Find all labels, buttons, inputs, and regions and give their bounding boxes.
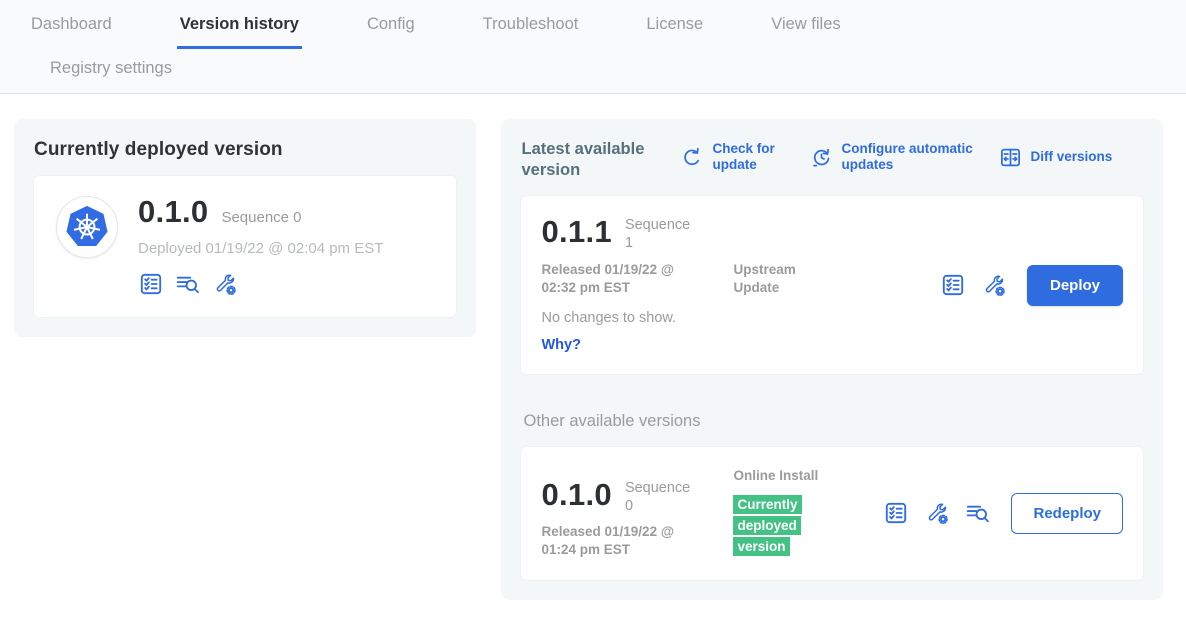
edit-config-icon[interactable] bbox=[212, 271, 238, 297]
kubernetes-logo bbox=[56, 196, 118, 258]
latest-released-timestamp: Released 01/19/22 @ 02:32 pm EST bbox=[541, 261, 703, 297]
other-versions-title: Other available versions bbox=[523, 412, 1143, 431]
auto-update-icon bbox=[810, 146, 833, 169]
current-version-number: 0.1.0 bbox=[138, 196, 208, 227]
tab-version-history[interactable]: Version history bbox=[177, 13, 302, 49]
diff-versions-link[interactable]: Diff versions bbox=[999, 146, 1112, 169]
tab-view-files[interactable]: View files bbox=[768, 13, 843, 49]
why-link[interactable]: Why? bbox=[541, 337, 580, 353]
edit-config-icon[interactable] bbox=[924, 500, 950, 526]
other-version-card: 0.1.0 Sequence 0 Released 01/19/22 @ 01:… bbox=[521, 447, 1143, 580]
latest-no-changes-text: No changes to show. bbox=[541, 310, 733, 326]
check-for-update-link[interactable]: Check for update bbox=[681, 141, 784, 173]
current-deployed-timestamp: Deployed 01/19/22 @ 02:04 pm EST bbox=[138, 240, 383, 257]
other-source-label: Online Install bbox=[733, 467, 823, 485]
latest-available-title: Latest available version bbox=[521, 139, 667, 180]
deploy-logs-icon[interactable] bbox=[175, 271, 201, 297]
current-sequence-label: Sequence 0 bbox=[221, 209, 301, 226]
configure-automatic-updates-link[interactable]: Configure automatic updates bbox=[810, 141, 973, 173]
available-versions-panel: Latest available version Check for updat… bbox=[501, 119, 1163, 600]
currently-deployed-card: 0.1.0 Sequence 0 Deployed 01/19/22 @ 02:… bbox=[34, 176, 456, 317]
deploy-button[interactable]: Deploy bbox=[1027, 265, 1123, 306]
preflight-checks-icon[interactable] bbox=[940, 272, 966, 298]
currently-deployed-panel: Currently deployed version bbox=[14, 119, 476, 337]
check-for-update-label: Check for update bbox=[712, 141, 784, 173]
preflight-checks-icon[interactable] bbox=[138, 271, 164, 297]
deploy-logs-icon[interactable] bbox=[965, 500, 991, 526]
tab-license[interactable]: License bbox=[643, 13, 706, 49]
configure-automatic-updates-label: Configure automatic updates bbox=[841, 141, 973, 173]
currently-deployed-title: Currently deployed version bbox=[34, 139, 456, 161]
currently-deployed-badge: Currently deployed version bbox=[733, 495, 801, 556]
preflight-checks-icon[interactable] bbox=[883, 500, 909, 526]
other-sequence-label: Sequence 0 bbox=[625, 479, 695, 515]
redeploy-button[interactable]: Redeploy bbox=[1011, 493, 1123, 534]
other-released-timestamp: Released 01/19/22 @ 01:24 pm EST bbox=[541, 523, 703, 559]
diff-versions-label: Diff versions bbox=[1030, 149, 1112, 165]
other-version-number: 0.1.0 bbox=[541, 479, 611, 510]
latest-version-number: 0.1.1 bbox=[541, 216, 611, 247]
tab-config[interactable]: Config bbox=[364, 13, 418, 49]
latest-source-label: Upstream Update bbox=[733, 261, 823, 297]
diff-icon bbox=[999, 146, 1022, 169]
tab-troubleshoot[interactable]: Troubleshoot bbox=[480, 13, 582, 49]
tab-dashboard[interactable]: Dashboard bbox=[28, 13, 115, 49]
refresh-icon bbox=[681, 146, 704, 169]
tab-row: Dashboard Version history Config Trouble… bbox=[0, 13, 1186, 49]
top-nav: Dashboard Version history Config Trouble… bbox=[0, 0, 1186, 94]
latest-sequence-label: Sequence 1 bbox=[625, 216, 695, 252]
tab-registry-settings[interactable]: Registry settings bbox=[50, 59, 172, 77]
latest-version-card: 0.1.1 Sequence 1 Released 01/19/22 @ 02:… bbox=[521, 196, 1143, 374]
edit-config-icon[interactable] bbox=[981, 272, 1007, 298]
